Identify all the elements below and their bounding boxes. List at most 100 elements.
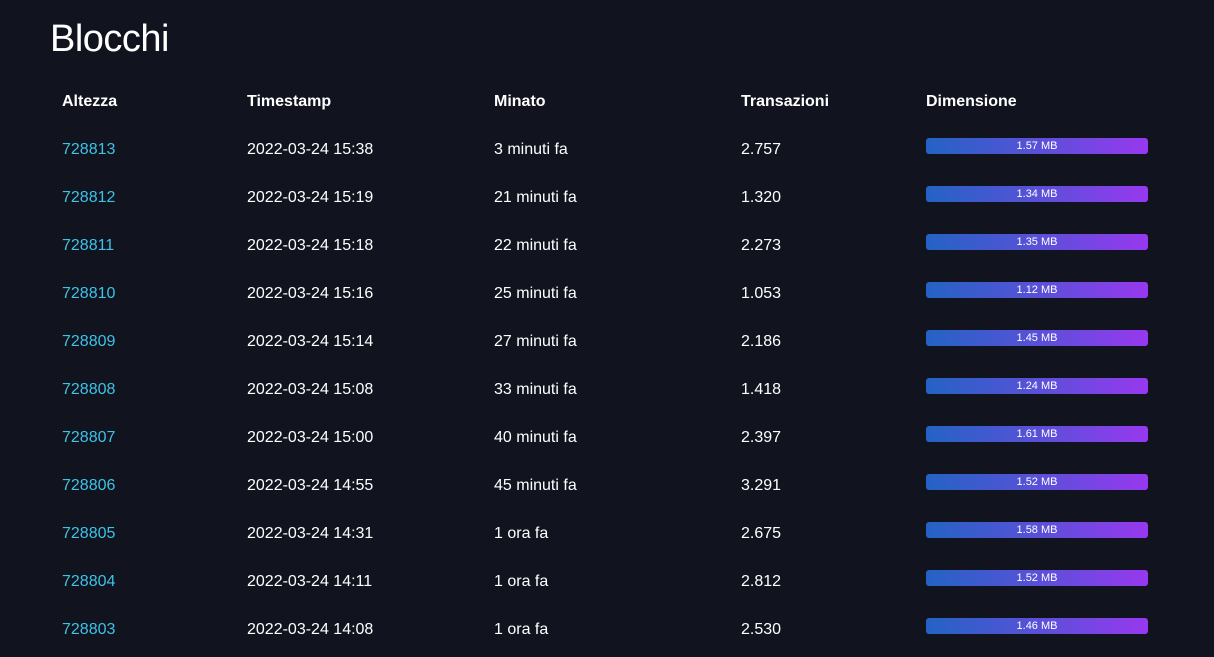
block-size-bar: 1.12 MB [926,282,1148,298]
block-timestamp: 2022-03-24 14:31 [247,525,374,542]
block-transactions: 2.812 [741,573,782,590]
block-size-bar: 1.35 MB [926,234,1148,250]
block-size-cell: 1.52 MB [914,558,1160,606]
blocks-page: Blocchi Altezza Timestamp Minato Transaz… [0,0,1214,657]
block-size-label: 1.34 MB [1016,188,1058,200]
block-height-link[interactable]: 728811 [62,237,114,254]
block-size-bar: 1.24 MB [926,378,1148,394]
block-height-link[interactable]: 728810 [62,285,115,302]
block-mined-ago: 33 minuti fa [494,381,577,398]
block-size-label: 1.58 MB [1016,524,1058,536]
table-row: 728806 2022-03-24 14:55 45 minuti fa 3.291 1… [50,462,1160,510]
column-header-transactions: Transazioni [741,93,830,110]
block-size-label: 1.12 MB [1016,284,1058,296]
blocks-table: Altezza Timestamp Minato Transazioni Dim… [50,78,1160,654]
table-row: 728811 2022-03-24 15:18 22 minuti fa 2.273 1… [50,222,1160,270]
block-mined-ago: 1 ora fa [494,525,549,542]
block-size-cell: 1.52 MB [914,462,1160,510]
page-title: Blocchi [50,18,170,60]
block-mined-ago: 25 minuti fa [494,285,577,302]
block-timestamp: 2022-03-24 15:00 [247,429,374,446]
block-height-cell: 728809 [50,318,235,366]
block-size-bar: 1.61 MB [926,426,1148,442]
block-height-link[interactable]: 728806 [62,477,115,494]
block-timestamp: 2022-03-24 15:08 [247,381,374,398]
block-size-cell: 1.57 MB [914,126,1160,174]
block-timestamp: 2022-03-24 15:16 [247,285,374,302]
block-mined-ago: 1 ora fa [494,573,549,590]
block-size-bar: 1.52 MB [926,570,1148,586]
block-transactions: 1.053 [741,285,782,302]
block-size-bar: 1.57 MB [926,138,1148,154]
block-height-link[interactable]: 728804 [62,573,115,590]
block-height-link[interactable]: 728807 [62,429,115,446]
block-mined-ago: 40 minuti fa [494,429,577,446]
table-row: 728808 2022-03-24 15:08 33 minuti fa 1.418 1… [50,366,1160,414]
block-height-cell: 728810 [50,270,235,318]
block-size-label: 1.45 MB [1016,332,1058,344]
block-height-cell: 728805 [50,510,235,558]
table-row: 728805 2022-03-24 14:31 1 ora fa 2.675 1.58 … [50,510,1160,558]
block-transactions: 1.418 [741,381,782,398]
block-size-label: 1.35 MB [1016,236,1058,248]
block-mined-ago: 45 minuti fa [494,477,577,494]
block-size-bar: 1.46 MB [926,618,1148,634]
block-transactions: 2.675 [741,525,782,542]
block-size-bar: 1.58 MB [926,522,1148,538]
block-timestamp: 2022-03-24 15:38 [247,141,374,158]
block-height-cell: 728808 [50,366,235,414]
block-mined-ago: 22 minuti fa [494,237,577,254]
table-row: 728807 2022-03-24 15:00 40 minuti fa 2.397 1… [50,414,1160,462]
block-transactions: 2.530 [741,621,782,638]
block-size-cell: 1.46 MB [914,606,1160,654]
block-height-cell: 728807 [50,414,235,462]
block-timestamp: 2022-03-24 15:18 [247,237,374,254]
table-row: 728804 2022-03-24 14:11 1 ora fa 2.812 1.52 … [50,558,1160,606]
block-transactions: 2.397 [741,429,782,446]
table-row: 728803 2022-03-24 14:08 1 ora fa 2.530 1.46 … [50,606,1160,654]
block-height-link[interactable]: 728813 [62,141,115,158]
block-size-cell: 1.45 MB [914,318,1160,366]
block-mined-ago: 27 minuti fa [494,333,577,350]
block-transactions: 2.186 [741,333,782,350]
block-height-link[interactable]: 728809 [62,333,115,350]
table-row: 728812 2022-03-24 15:19 21 minuti fa 1.320 1… [50,174,1160,222]
block-size-bar: 1.34 MB [926,186,1148,202]
block-size-label: 1.24 MB [1016,380,1058,392]
block-size-cell: 1.24 MB [914,366,1160,414]
block-size-label: 1.57 MB [1016,140,1058,152]
block-size-label: 1.46 MB [1016,620,1058,632]
block-mined-ago: 1 ora fa [494,621,549,638]
block-mined-ago: 21 minuti fa [494,189,577,206]
block-size-cell: 1.34 MB [914,174,1160,222]
block-transactions: 1.320 [741,189,782,206]
block-size-cell: 1.61 MB [914,414,1160,462]
block-height-link[interactable]: 728803 [62,621,115,638]
table-row: 728813 2022-03-24 15:38 3 minuti fa 2.757 1.… [50,126,1160,174]
block-height-cell: 728806 [50,462,235,510]
block-transactions: 3.291 [741,477,782,494]
block-height-link[interactable]: 728805 [62,525,115,542]
column-header-timestamp: Timestamp [247,93,332,110]
block-timestamp: 2022-03-24 14:11 [247,573,373,590]
block-size-bar: 1.52 MB [926,474,1148,490]
block-height-cell: 728803 [50,606,235,654]
table-header-row: Altezza Timestamp Minato Transazioni Dim… [50,78,1160,126]
block-height-link[interactable]: 728808 [62,381,115,398]
block-timestamp: 2022-03-24 14:08 [247,621,374,638]
block-transactions: 2.273 [741,237,782,254]
block-timestamp: 2022-03-24 15:19 [247,189,374,206]
block-height-cell: 728813 [50,126,235,174]
block-height-link[interactable]: 728812 [62,189,115,206]
block-timestamp: 2022-03-24 14:55 [247,477,374,494]
column-header-height: Altezza [62,93,118,110]
block-size-label: 1.52 MB [1016,572,1058,584]
block-mined-ago: 3 minuti fa [494,141,568,158]
block-height-cell: 728804 [50,558,235,606]
block-size-label: 1.61 MB [1016,428,1058,440]
block-size-bar: 1.45 MB [926,330,1148,346]
block-size-cell: 1.58 MB [914,510,1160,558]
block-height-cell: 728812 [50,174,235,222]
column-header-mined: Minato [494,93,546,110]
column-header-size: Dimensione [926,93,1017,110]
